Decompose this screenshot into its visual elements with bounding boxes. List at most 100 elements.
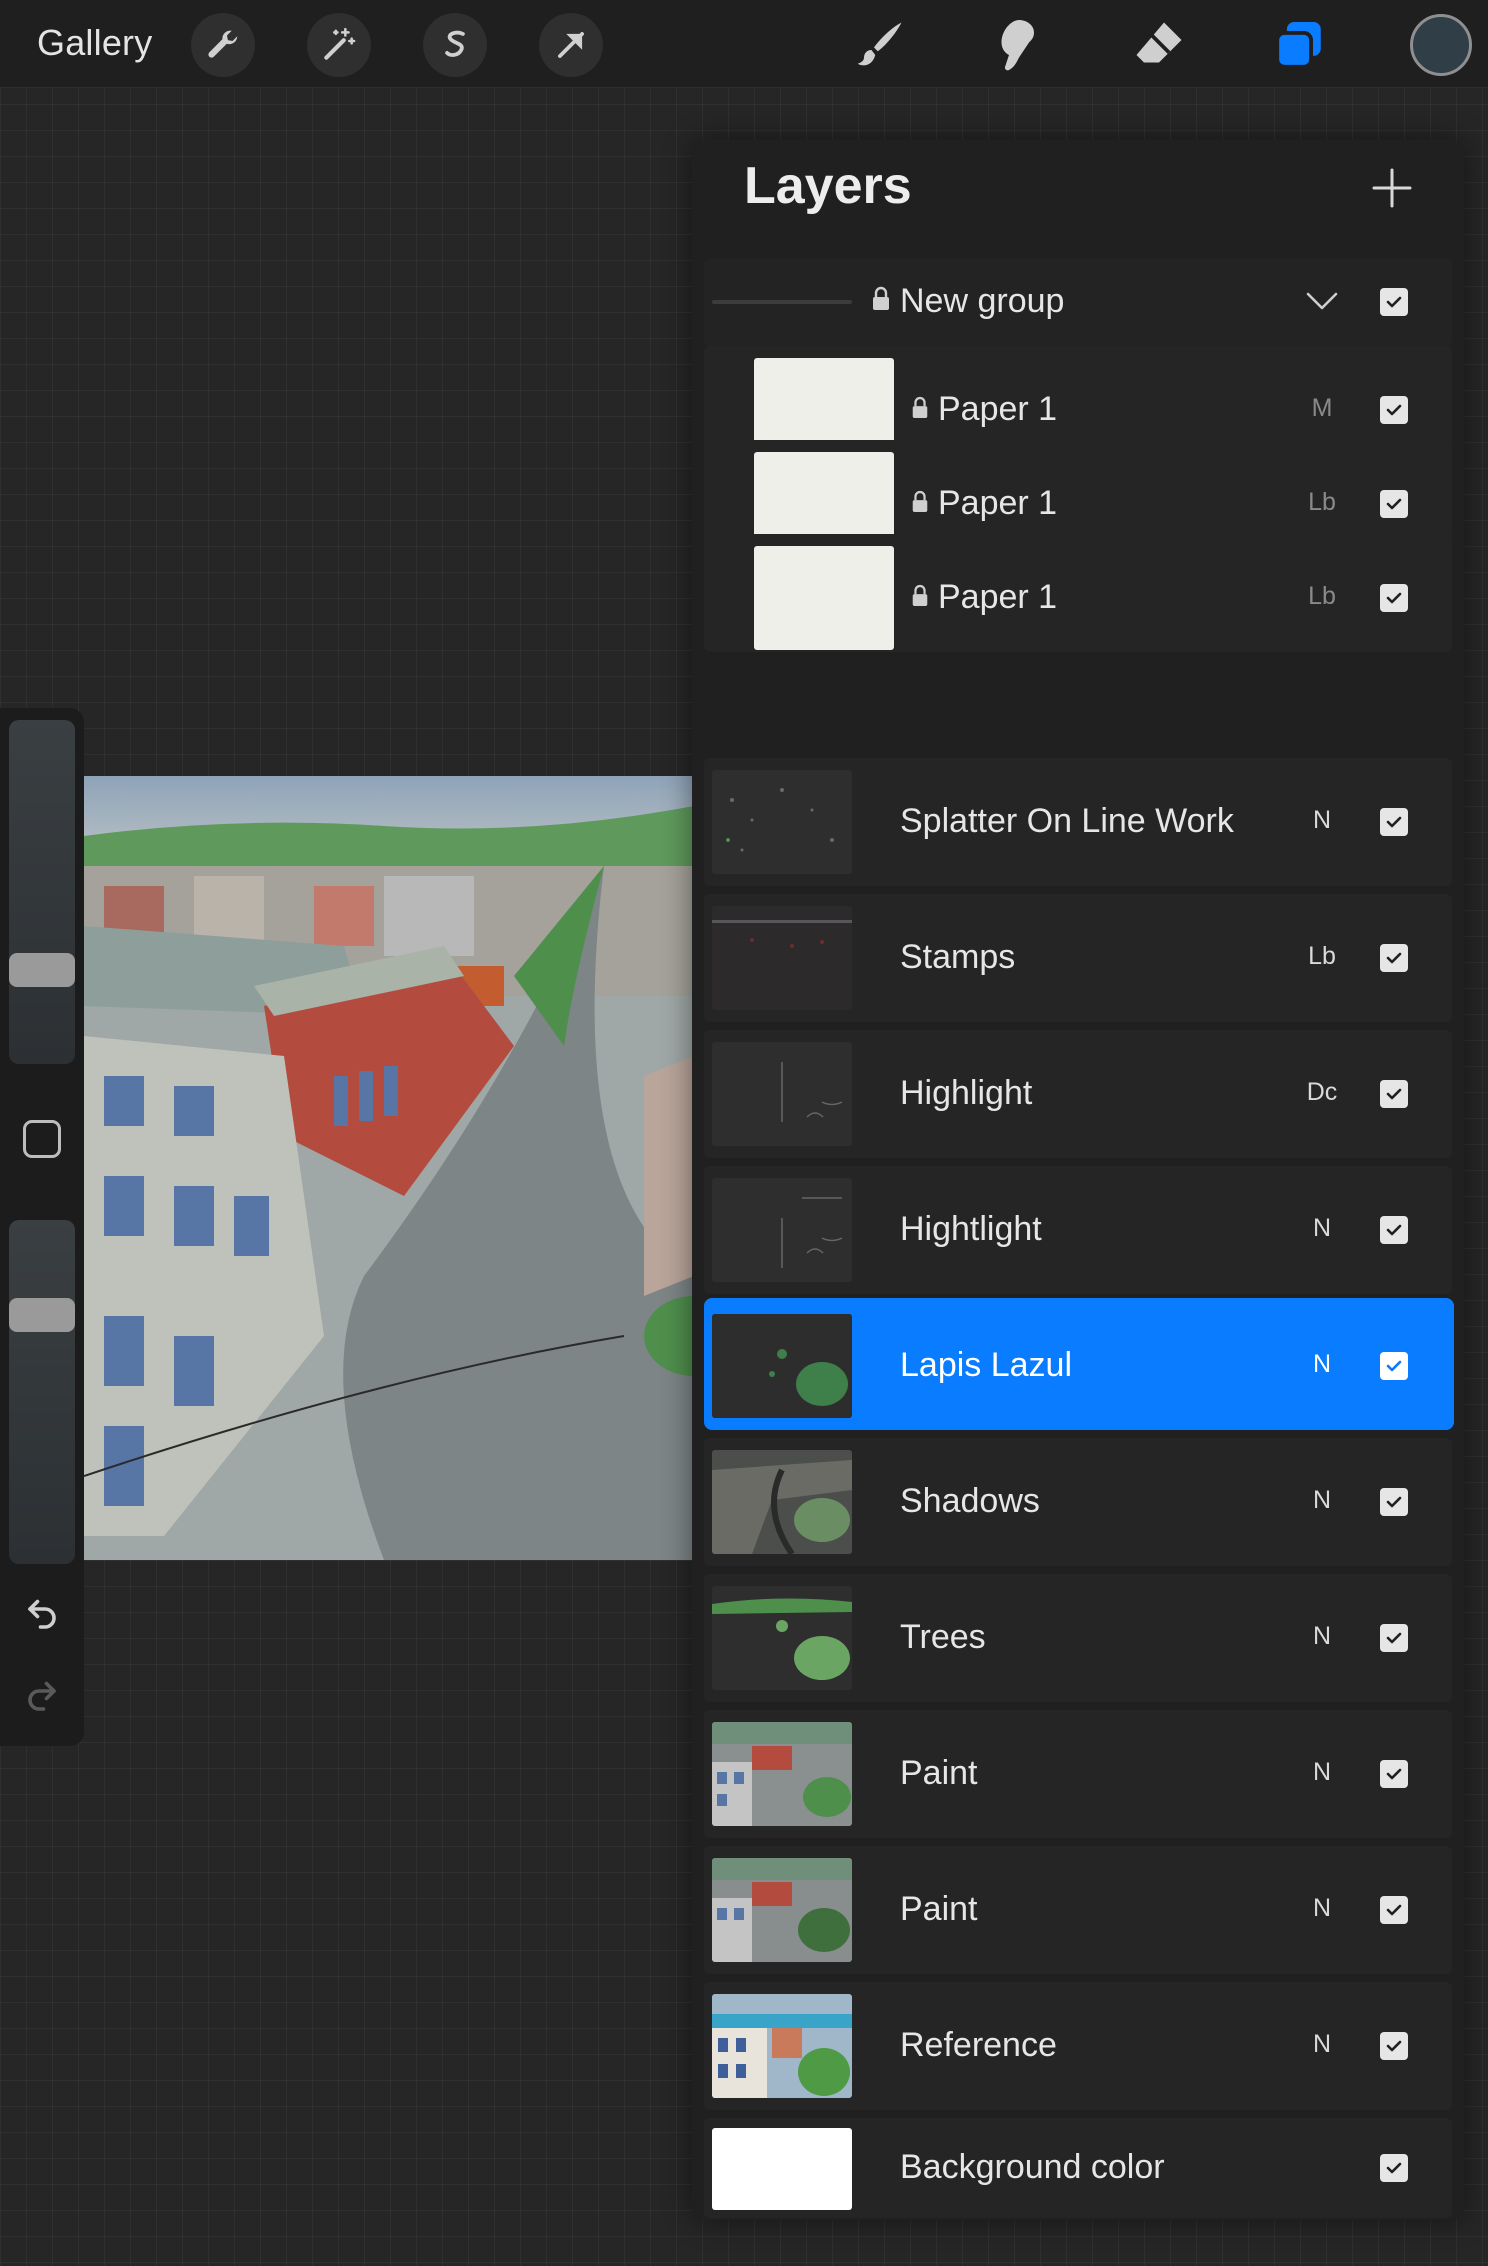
blend-mode-button[interactable]: N (1300, 806, 1344, 835)
blend-mode-button[interactable]: N (1300, 1758, 1344, 1787)
brush-size-thumb[interactable] (9, 952, 75, 987)
layer-row[interactable]: Splatter On Line Work N (704, 758, 1452, 886)
blend-mode-button[interactable]: N (1300, 1214, 1344, 1243)
layer-thumbnail[interactable] (712, 1178, 852, 1282)
background-color-row[interactable]: Background color (704, 2118, 1452, 2218)
layers-panel-title: Layers (744, 157, 912, 215)
visibility-checkbox[interactable] (1380, 1216, 1408, 1244)
transform-arrow-icon (552, 26, 590, 64)
smudge-tool-button[interactable] (986, 12, 1052, 78)
layer-thumbnail[interactable] (712, 1042, 852, 1146)
blend-mode-button[interactable]: N (1300, 2030, 1344, 2059)
eraser-icon (1129, 15, 1189, 75)
visibility-checkbox[interactable] (1380, 808, 1408, 836)
layer-name: Hightlight (900, 1210, 1042, 1248)
visibility-checkbox[interactable] (1380, 1760, 1408, 1788)
layer-thumbnail[interactable] (712, 1858, 852, 1962)
redo-icon[interactable] (24, 1676, 60, 1717)
visibility-checkbox[interactable] (1380, 396, 1408, 424)
visibility-checkbox[interactable] (1380, 1624, 1408, 1652)
layer-name: Paper 1 (938, 578, 1058, 616)
opacity-thumb[interactable] (9, 1297, 75, 1332)
layer-group-row[interactable]: New group (704, 258, 1452, 346)
lock-icon (910, 578, 930, 617)
layer-thumbnail[interactable] (712, 770, 852, 874)
actions-button[interactable] (191, 13, 255, 77)
blend-mode-button[interactable]: Dc (1300, 1078, 1344, 1107)
transform-button[interactable] (539, 13, 603, 77)
smudge-icon (989, 15, 1049, 75)
group-name-label: New group (900, 282, 1065, 320)
layer-thumbnail[interactable] (712, 1994, 852, 2098)
group-child-layer-row[interactable]: Paper 1 Lb (704, 534, 1452, 652)
blend-mode-button[interactable]: M (1300, 394, 1344, 423)
visibility-checkbox[interactable] (1380, 490, 1408, 518)
blend-mode-button[interactable]: Lb (1300, 488, 1344, 517)
top-toolbar: Gallery (0, 0, 1488, 88)
left-sidebar (0, 708, 84, 1746)
layer-name: Paint (900, 1890, 978, 1928)
layer-row[interactable]: Hightlight N (704, 1166, 1452, 1294)
gallery-button[interactable]: Gallery (37, 22, 152, 64)
chevron-down-icon[interactable] (1304, 288, 1340, 319)
layers-icon (1270, 16, 1328, 74)
visibility-checkbox[interactable] (1380, 584, 1408, 612)
background-color-swatch[interactable] (712, 2128, 852, 2210)
add-layer-button[interactable] (1364, 160, 1420, 216)
paint-tool-button[interactable] (846, 12, 912, 78)
magic-wand-icon (320, 26, 358, 64)
visibility-checkbox[interactable] (1380, 944, 1408, 972)
layer-name: Splatter On Line Work (900, 802, 1234, 840)
lock-icon (870, 282, 892, 321)
layer-row[interactable]: Lapis Lazul N (704, 1298, 1454, 1430)
visibility-checkbox[interactable] (1380, 1352, 1408, 1380)
blend-mode-button[interactable]: Lb (1300, 942, 1344, 971)
lock-icon (910, 484, 930, 523)
layer-name: Stamps (900, 938, 1016, 976)
plus-icon (1364, 168, 1420, 220)
layers-tool-button[interactable] (1266, 12, 1332, 78)
layer-row[interactable]: Paint N (704, 1846, 1452, 1974)
selection-icon (436, 26, 474, 64)
undo-icon[interactable] (24, 1594, 60, 1635)
layer-row[interactable]: Trees N (704, 1574, 1452, 1702)
blend-mode-button[interactable]: N (1300, 1622, 1344, 1651)
layer-thumbnail[interactable] (712, 906, 852, 1010)
layer-row[interactable]: Stamps Lb (704, 894, 1452, 1022)
layer-name: Reference (900, 2026, 1057, 2064)
blend-mode-button[interactable]: N (1300, 1486, 1344, 1515)
layer-row[interactable]: Shadows N (704, 1438, 1452, 1566)
blend-mode-button[interactable]: N (1300, 1894, 1344, 1923)
visibility-checkbox[interactable] (1380, 2032, 1408, 2060)
blend-mode-button[interactable]: N (1300, 1350, 1344, 1379)
visibility-checkbox[interactable] (1380, 288, 1408, 316)
visibility-checkbox[interactable] (1380, 1488, 1408, 1516)
adjustments-button[interactable] (307, 13, 371, 77)
visibility-checkbox[interactable] (1380, 2154, 1408, 2182)
layer-thumbnail[interactable] (712, 1586, 852, 1690)
brush-size-slider[interactable] (9, 720, 75, 1064)
color-picker-button[interactable] (1410, 14, 1472, 76)
layer-name: Shadows (900, 1482, 1040, 1520)
brush-icon (849, 15, 909, 75)
visibility-checkbox[interactable] (1380, 1080, 1408, 1108)
layer-name: Trees (900, 1618, 986, 1656)
layer-row[interactable]: Paint N (704, 1710, 1452, 1838)
opacity-slider[interactable] (9, 1220, 75, 1564)
layer-thumbnail[interactable] (712, 1722, 852, 1826)
layer-thumbnail[interactable] (712, 1450, 852, 1554)
modify-square-icon[interactable] (23, 1120, 61, 1158)
layer-name: Lapis Lazul (900, 1346, 1073, 1384)
visibility-checkbox[interactable] (1380, 1896, 1408, 1924)
wrench-icon (204, 26, 242, 64)
layer-thumbnail[interactable] (754, 546, 894, 650)
layer-name: Highlight (900, 1074, 1033, 1112)
canvas-artwork[interactable] (84, 776, 694, 1560)
layer-row[interactable]: Reference N (704, 1982, 1452, 2110)
layer-row[interactable]: Highlight Dc (704, 1030, 1452, 1158)
blend-mode-button[interactable]: Lb (1300, 582, 1344, 611)
selection-button[interactable] (423, 13, 487, 77)
lock-icon (910, 390, 930, 429)
eraser-tool-button[interactable] (1126, 12, 1192, 78)
layer-thumbnail[interactable] (712, 1314, 852, 1418)
